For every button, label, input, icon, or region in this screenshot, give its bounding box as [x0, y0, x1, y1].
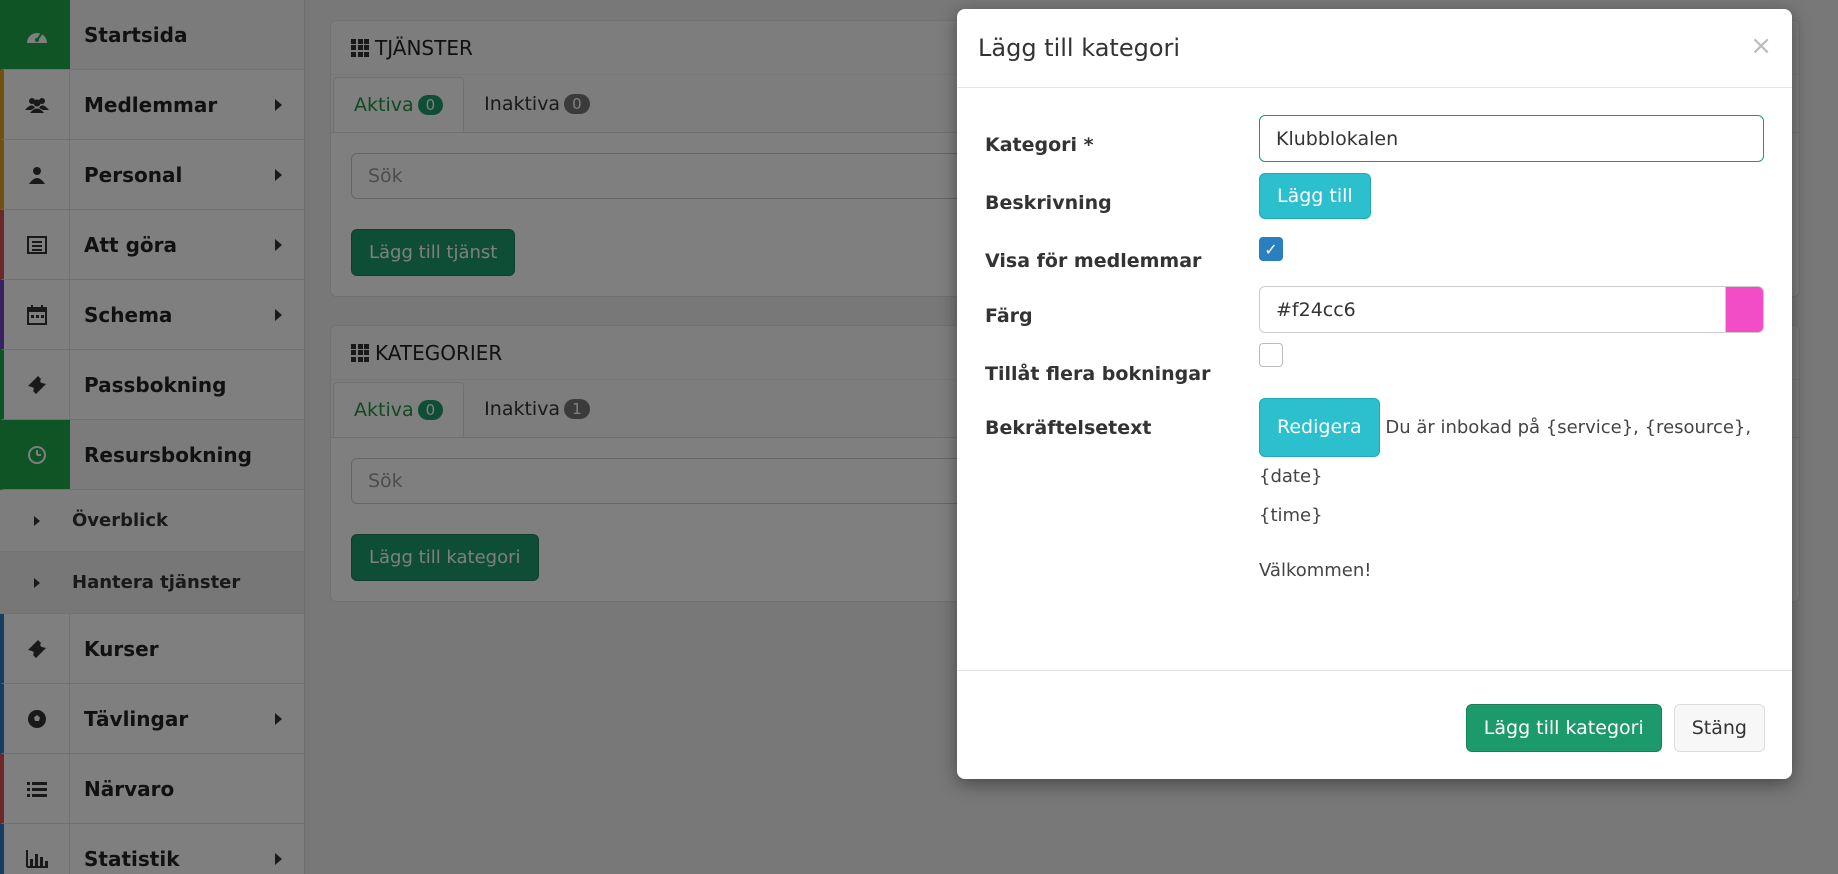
modal-header: Lägg till kategori ×: [957, 9, 1792, 88]
color-swatch[interactable]: [1726, 286, 1764, 333]
category-label: Kategori *: [985, 134, 1094, 156]
modal-footer: Lägg till kategori Stäng: [1465, 704, 1765, 752]
description-control: Lägg till: [1259, 173, 1371, 219]
close-icon[interactable]: ×: [1750, 33, 1772, 59]
show-members-label: Visa för medlemmar: [985, 250, 1202, 272]
show-members-control: ✓: [1259, 237, 1283, 261]
category-input[interactable]: Klubblokalen: [1259, 115, 1764, 162]
confirmation-label: Bekräftelsetext: [985, 417, 1152, 439]
color-label: Färg: [985, 305, 1033, 327]
allow-multiple-control: [1259, 343, 1283, 367]
submit-category-button[interactable]: Lägg till kategori: [1465, 704, 1662, 752]
confirmation-control: Redigera Du är inbokad på {service}, {re…: [1259, 398, 1764, 590]
allow-multiple-checkbox[interactable]: [1259, 343, 1283, 367]
modal-title: Lägg till kategori: [978, 34, 1181, 62]
show-members-checkbox[interactable]: ✓: [1259, 237, 1283, 261]
color-input[interactable]: #f24cc6: [1259, 286, 1726, 333]
edit-confirmation-button[interactable]: Redigera: [1259, 398, 1380, 457]
close-modal-button[interactable]: Stäng: [1673, 704, 1765, 752]
color-control: #f24cc6: [1259, 286, 1764, 333]
modal-body: Kategori * Klubblokalen Beskrivning Lägg…: [957, 88, 1792, 671]
confirmation-text: Redigera Du är inbokad på {service}, {re…: [1259, 398, 1764, 535]
confirmation-line-2: {time}: [1259, 505, 1323, 526]
add-category-modal: Lägg till kategori × Kategori * Klubblok…: [957, 9, 1792, 779]
description-label: Beskrivning: [985, 192, 1112, 214]
add-description-button[interactable]: Lägg till: [1259, 173, 1371, 219]
category-control: Klubblokalen: [1259, 115, 1764, 162]
allow-multiple-label: Tillåt flera bokningar: [985, 363, 1211, 385]
confirmation-line-3: Välkommen!: [1259, 560, 1372, 581]
